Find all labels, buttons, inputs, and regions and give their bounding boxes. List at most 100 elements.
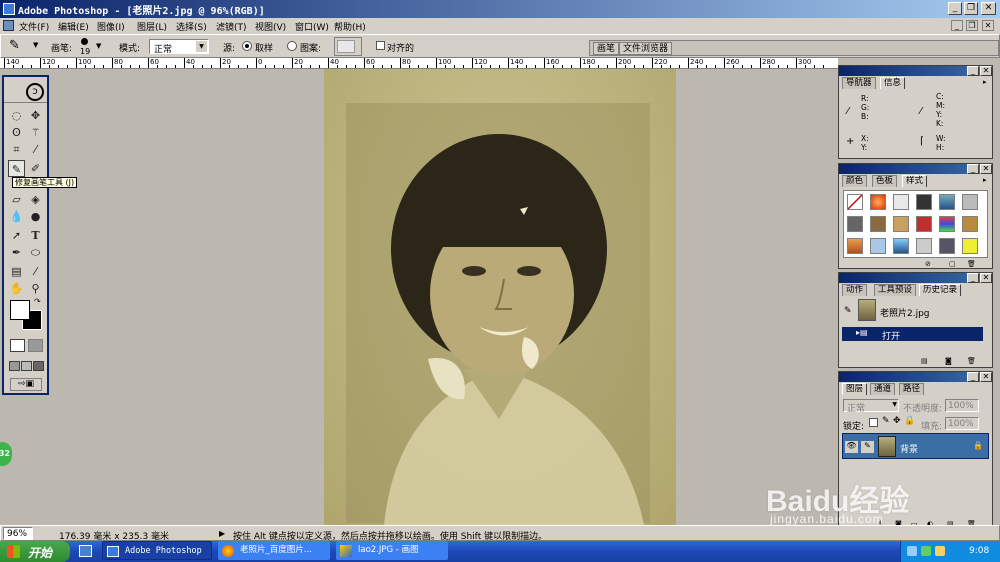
style-swatch[interactable] <box>962 216 978 232</box>
palette-menu-arrow-icon[interactable]: ▸ <box>983 176 987 184</box>
marquee-tool-icon[interactable]: ◌ <box>8 107 25 124</box>
zoom-tool-icon[interactable]: ⚲ <box>27 280 44 297</box>
style-swatch[interactable] <box>893 194 909 210</box>
style-swatch[interactable] <box>847 238 863 254</box>
zoom-field[interactable]: 96% <box>3 527 33 540</box>
dodge-tool-icon[interactable]: ● <box>27 208 44 225</box>
notes-tool-icon[interactable]: ▤ <box>8 263 25 280</box>
style-swatch[interactable] <box>939 238 955 254</box>
screen-mode-full-menu-icon[interactable] <box>21 361 32 371</box>
quicklaunch-desktop-icon[interactable] <box>79 545 92 557</box>
lock-move-icon[interactable]: ✥ <box>893 416 901 426</box>
jump-to-imageready-icon[interactable]: ⇨▣ <box>10 378 42 391</box>
paint-bucket-tool-icon[interactable]: ◈ <box>27 191 44 208</box>
photoshop-eye-icon[interactable]: ↄ <box>26 83 44 101</box>
fill-field[interactable]: 100% <box>945 417 979 430</box>
style-swatch[interactable] <box>870 194 886 210</box>
trash-icon[interactable]: 🗑 <box>967 260 976 268</box>
tab-layers[interactable]: 图层 <box>842 383 868 395</box>
tray-icon[interactable] <box>921 546 931 556</box>
style-none[interactable] <box>847 194 863 210</box>
magic-wand-tool-icon[interactable]: ⚚ <box>27 124 44 141</box>
tool-preset-arrow-icon[interactable]: ▼ <box>33 41 38 49</box>
slice-tool-icon[interactable]: ⁄ <box>27 141 44 158</box>
path-selection-tool-icon[interactable]: ➚ <box>8 227 25 244</box>
menu-image[interactable]: 图像(I) <box>97 20 125 33</box>
style-swatch[interactable] <box>893 238 909 254</box>
lock-all-icon[interactable]: 🔒 <box>904 416 915 426</box>
style-swatch[interactable] <box>962 194 978 210</box>
history-minimize-button[interactable]: _ <box>967 273 979 283</box>
minimize-button[interactable]: _ <box>948 2 962 15</box>
taskbar-item-paint[interactable]: lao2.JPG - 画图 <box>336 541 448 560</box>
tab-tool-presets[interactable]: 工具预设 <box>874 284 917 296</box>
tab-history[interactable]: 历史记录 <box>919 284 962 296</box>
crop-tool-icon[interactable]: ⌗ <box>8 141 25 158</box>
move-tool-icon[interactable]: ✥ <box>27 107 44 124</box>
menu-filter[interactable]: 滤镜(T) <box>216 20 247 33</box>
menu-select[interactable]: 选择(S) <box>176 20 207 33</box>
sampled-radio[interactable] <box>242 41 252 51</box>
lock-transparency-icon[interactable] <box>869 418 878 427</box>
pen-tool-icon[interactable]: ✒ <box>8 244 25 261</box>
style-swatch[interactable] <box>847 216 863 232</box>
tab-navigator[interactable]: 导航器 <box>842 77 876 89</box>
menu-window[interactable]: 窗口(W) <box>295 20 329 33</box>
quick-mask-icon[interactable] <box>28 339 43 352</box>
menu-edit[interactable]: 编辑(E) <box>58 20 89 33</box>
palette-well-tab-file-browser[interactable]: 文件浏览器 <box>619 42 673 55</box>
styles-close-button[interactable]: ✕ <box>980 164 992 174</box>
info-close-button[interactable]: ✕ <box>980 66 992 76</box>
hand-tool-icon[interactable]: ✋ <box>8 280 25 297</box>
tab-channels[interactable]: 通道 <box>870 383 896 395</box>
menu-layer[interactable]: 图层(L) <box>137 20 167 33</box>
clear-style-icon[interactable]: ⊘ <box>925 260 931 268</box>
tab-styles[interactable]: 样式 <box>902 175 928 187</box>
doc-restore-button[interactable]: ❐ <box>966 20 978 31</box>
foreground-color-swatch[interactable] <box>10 300 30 320</box>
style-swatch[interactable] <box>916 194 932 210</box>
opacity-field[interactable]: 100% <box>945 399 979 412</box>
standard-mode-icon[interactable] <box>10 339 25 352</box>
styles-minimize-button[interactable]: _ <box>967 164 979 174</box>
healing-brush-icon[interactable]: ✎ <box>9 38 31 54</box>
brush-tool-icon[interactable]: ✐ <box>27 160 44 177</box>
tab-color[interactable]: 颜色 <box>842 175 868 187</box>
new-style-icon[interactable]: ▢ <box>949 260 956 268</box>
info-minimize-button[interactable]: _ <box>967 66 979 76</box>
start-button[interactable]: 开始 <box>0 541 70 562</box>
tray-icon[interactable] <box>935 546 945 556</box>
style-swatch[interactable] <box>870 238 886 254</box>
taskbar-item-photoshop[interactable]: Adobe Photoshop ... <box>102 541 212 560</box>
shape-tool-icon[interactable]: ⬭ <box>27 244 44 261</box>
doc-icon[interactable] <box>3 20 14 31</box>
screen-mode-full-icon[interactable] <box>33 361 44 371</box>
tray-icon[interactable] <box>907 546 917 556</box>
status-arrow-icon[interactable]: ▶ <box>219 529 225 538</box>
history-close-button[interactable]: ✕ <box>980 273 992 283</box>
snapshot-thumbnail[interactable] <box>858 299 876 321</box>
screen-mode-standard-icon[interactable] <box>9 361 20 371</box>
blend-mode-select[interactable]: 正常 ▼ <box>843 399 899 414</box>
snapshot-icon[interactable]: ◙ <box>945 357 952 365</box>
eye-icon[interactable]: 👁 <box>845 441 858 453</box>
pattern-picker[interactable] <box>334 37 362 56</box>
lasso-tool-icon[interactable]: ʘ <box>8 124 25 141</box>
doc-close-button[interactable]: ✕ <box>982 20 994 31</box>
pattern-radio[interactable] <box>287 41 297 51</box>
layers-minimize-button[interactable]: _ <box>967 372 979 382</box>
style-swatch[interactable] <box>916 216 932 232</box>
tab-paths[interactable]: 路径 <box>899 383 925 395</box>
tab-info[interactable]: 信息 <box>880 77 906 89</box>
trash-icon[interactable]: 🗑 <box>967 357 976 365</box>
history-brush-icon[interactable]: ✎ <box>844 306 852 316</box>
palette-well-tab-brushes[interactable]: 画笔 <box>593 42 620 55</box>
style-swatch[interactable] <box>939 216 955 232</box>
brush-dot-icon[interactable] <box>81 38 88 45</box>
style-swatch[interactable] <box>870 216 886 232</box>
tab-actions[interactable]: 动作 <box>842 284 868 296</box>
history-state-row[interactable]: ▸▤ 打开 <box>842 327 983 342</box>
snapshot-label[interactable]: 老照片2.jpg <box>880 306 930 319</box>
style-swatch[interactable] <box>916 238 932 254</box>
layer-row[interactable]: 👁 ✎ 背景 🔒 <box>842 433 989 459</box>
